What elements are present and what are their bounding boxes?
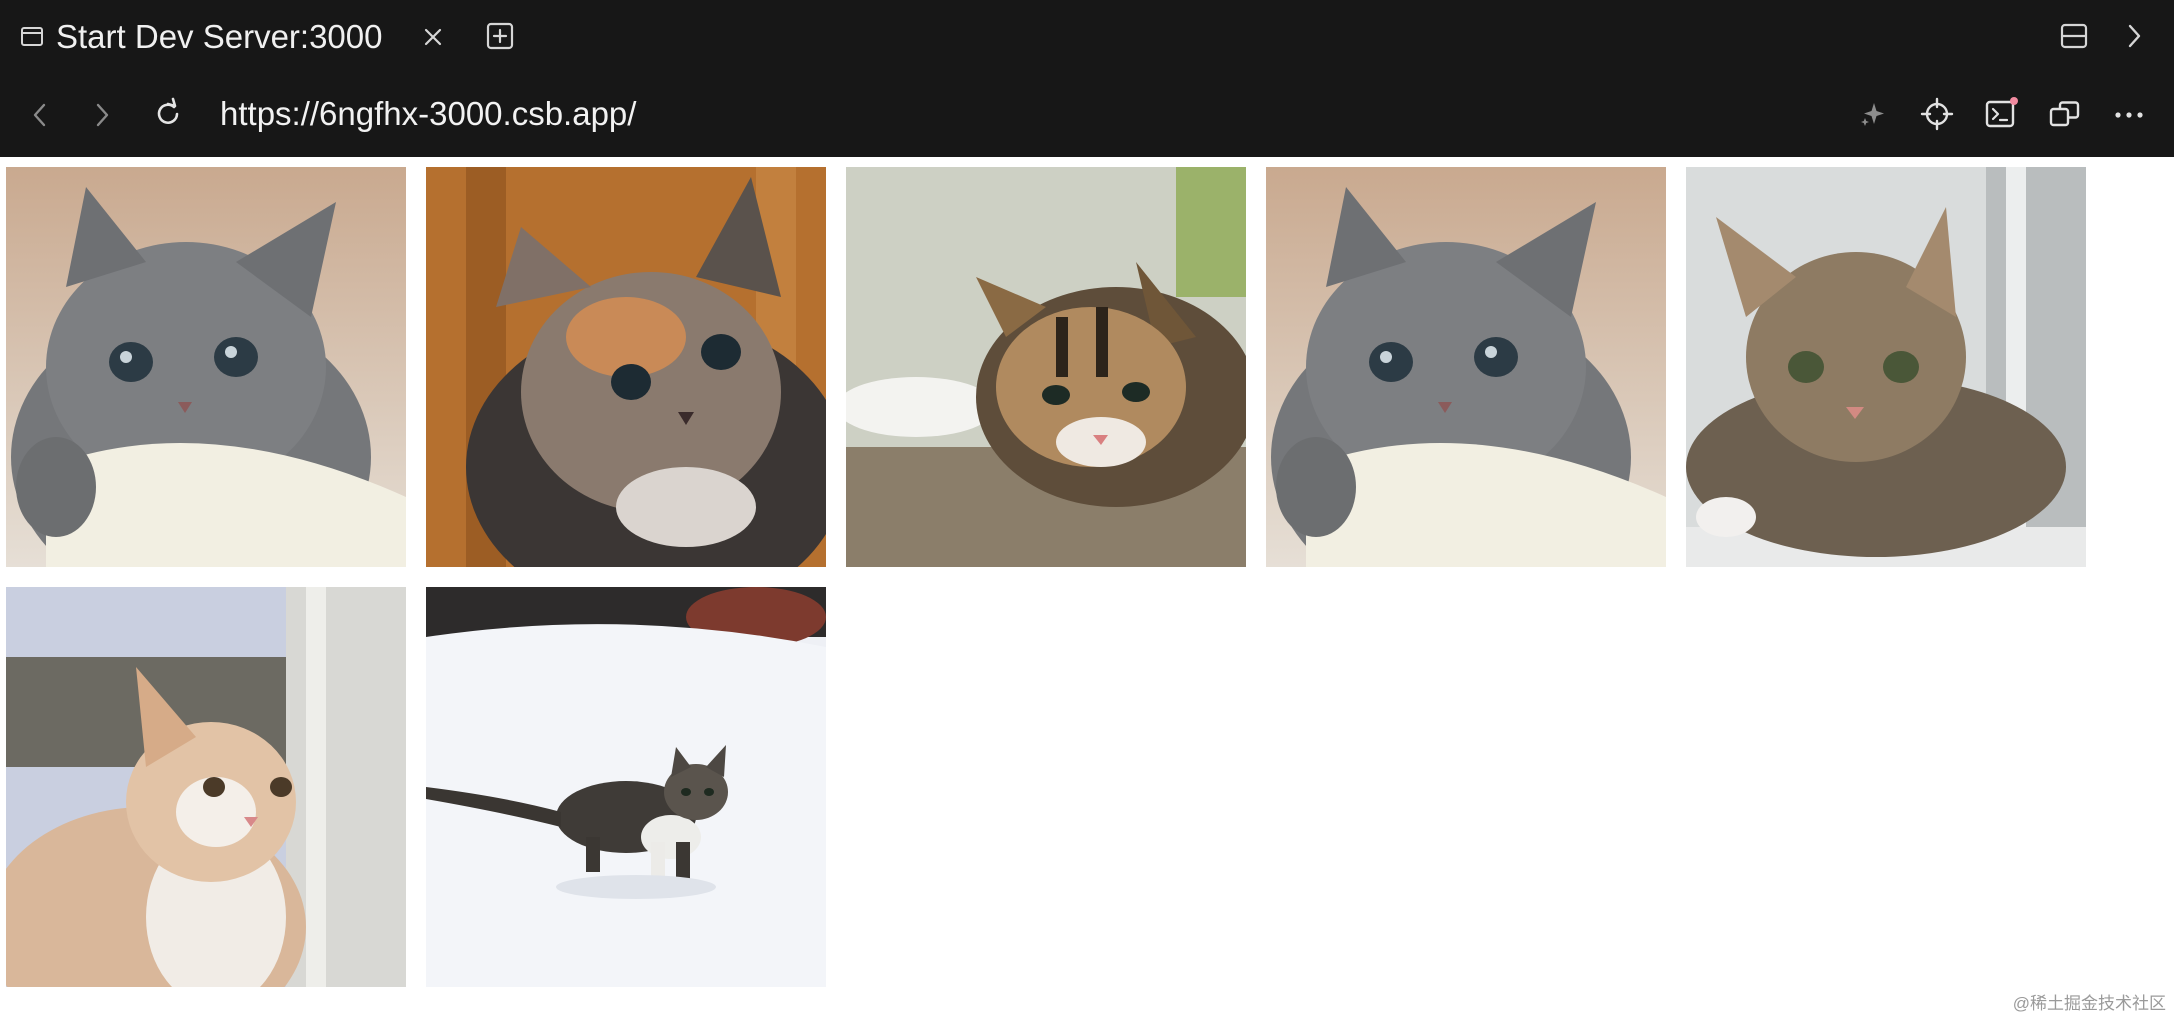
chevron-right-icon xyxy=(96,103,109,127)
address-bar: https://6ngfhx-3000.csb.app/ xyxy=(0,75,2174,157)
sparkle-icon[interactable] xyxy=(1854,95,1892,133)
kitten-snow-image xyxy=(426,587,826,987)
new-tab-button[interactable] xyxy=(484,20,516,52)
reload-button[interactable] xyxy=(150,95,186,133)
kitten-image[interactable] xyxy=(6,167,406,567)
popout-window-icon[interactable] xyxy=(2046,95,2084,133)
chevron-right-icon[interactable] xyxy=(2118,20,2150,52)
crosshair-icon[interactable] xyxy=(1918,95,1956,133)
back-button[interactable] xyxy=(24,97,56,133)
kitten-image[interactable] xyxy=(1266,167,1666,567)
ellipsis-icon[interactable] xyxy=(2110,95,2148,133)
terminal-icon[interactable] xyxy=(1982,95,2020,133)
kitten-gallery xyxy=(6,167,2106,987)
kitten-image[interactable] xyxy=(426,587,826,987)
tabby-kitten-ledge-image xyxy=(846,167,1246,567)
plus-square-icon xyxy=(486,22,514,50)
kitten-image[interactable] xyxy=(426,167,826,567)
tabby-kitten-windowsill-image xyxy=(1686,167,2086,567)
browser-tab-icon xyxy=(20,26,44,48)
tab-bar: Start Dev Server:3000 xyxy=(0,0,2174,75)
calico-kitten-image xyxy=(426,167,826,567)
orange-cat-post-image xyxy=(6,587,406,987)
page-viewport: @稀土掘金技术社区 xyxy=(0,157,2174,1020)
forward-button[interactable] xyxy=(86,97,118,133)
chevron-left-icon xyxy=(33,103,46,127)
close-icon[interactable] xyxy=(418,22,448,52)
url-field[interactable]: https://6ngfhx-3000.csb.app/ xyxy=(220,93,636,135)
split-panel-icon xyxy=(2060,23,2088,49)
kitten-image[interactable] xyxy=(1686,167,2086,567)
split-panel-button[interactable] xyxy=(2058,20,2090,52)
kitten-image[interactable] xyxy=(846,167,1246,567)
grey-kitten-blanket-image xyxy=(6,167,406,567)
grey-kitten-blanket-image xyxy=(1266,167,1666,567)
kitten-image[interactable] xyxy=(6,587,406,987)
tab-title[interactable]: Start Dev Server:3000 xyxy=(56,16,383,58)
reload-icon xyxy=(157,97,179,124)
watermark-text: @稀土掘金技术社区 xyxy=(2012,994,2166,1013)
